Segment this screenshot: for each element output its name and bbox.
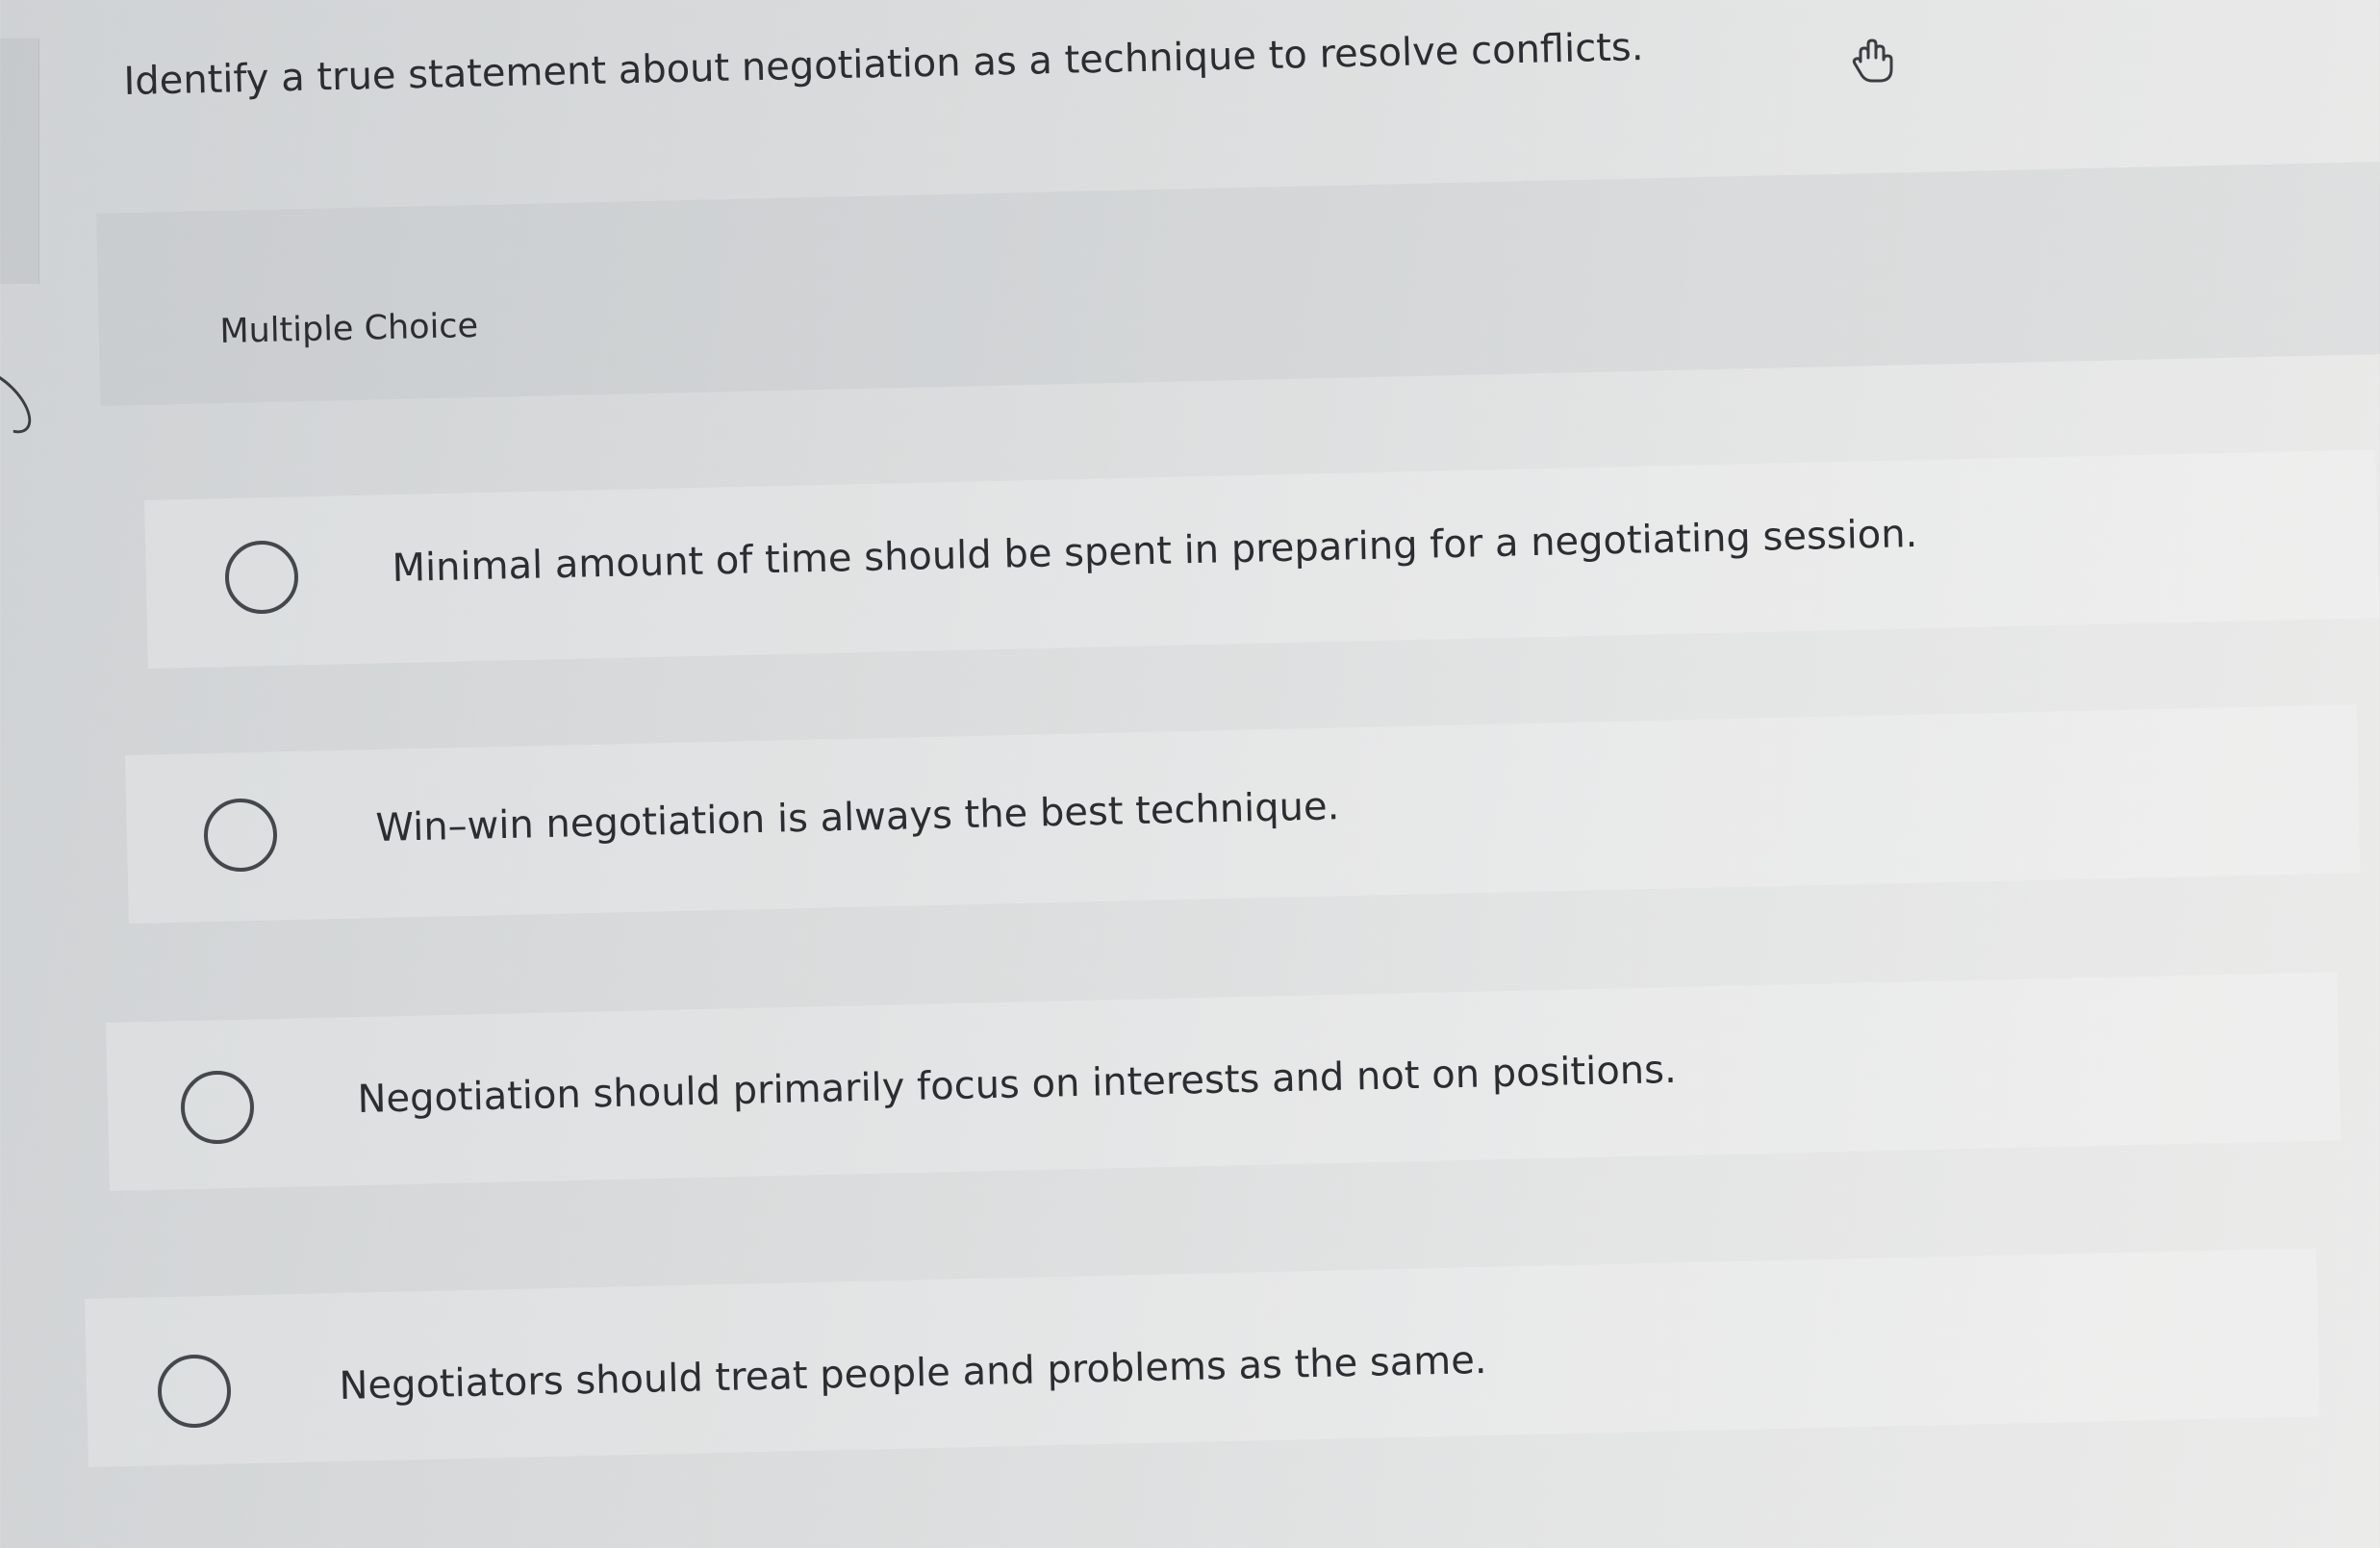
radio-button-icon[interactable] xyxy=(204,799,277,872)
radio-button-icon[interactable] xyxy=(158,1355,231,1428)
hand-pointer-icon[interactable] xyxy=(1847,35,1901,89)
question-prompt: Identify a true statement about negotiat… xyxy=(123,25,1644,104)
radio-button-icon[interactable] xyxy=(225,541,298,614)
page-edge-bracket xyxy=(0,358,42,444)
previous-panel-edge xyxy=(0,38,39,284)
multiple-choice-band xyxy=(96,162,2380,406)
question-type-label: Multiple Choice xyxy=(219,306,479,351)
radio-button-icon[interactable] xyxy=(181,1071,254,1144)
